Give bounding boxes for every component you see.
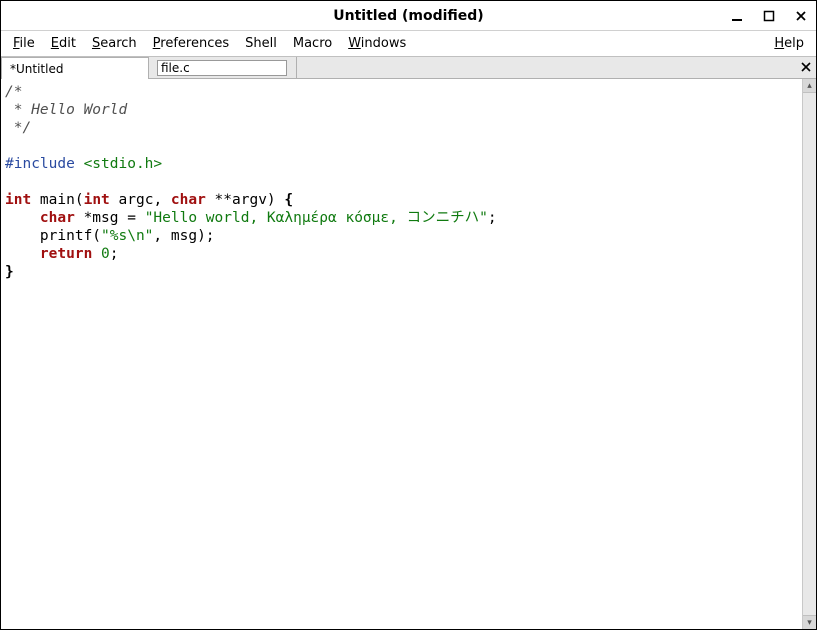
code-token: ; <box>110 246 119 262</box>
window-controls <box>726 1 812 30</box>
code-token: "Hello world, Καλημέρα κόσμε, コンニチハ" <box>145 210 488 226</box>
code-line: */ <box>5 120 31 136</box>
code-token: int <box>84 192 110 208</box>
code-token: main( <box>31 192 83 208</box>
vertical-scrollbar[interactable]: ▴ ▾ <box>802 79 816 629</box>
minimize-button[interactable] <box>726 5 748 27</box>
code-line: } <box>5 264 14 280</box>
editor-wrap: /* * Hello World */ #include <stdio.h> i… <box>1 79 816 629</box>
tab-close-icon[interactable] <box>798 59 814 75</box>
code-token: "%s\n" <box>101 228 153 244</box>
tab-untitled[interactable]: *Untitled <box>1 57 149 79</box>
code-token <box>92 246 101 262</box>
code-token: int <box>5 192 31 208</box>
code-token: 0 <box>101 246 110 262</box>
code-token: { <box>284 192 293 208</box>
code-token: return <box>40 246 92 262</box>
titlebar: Untitled (modified) <box>1 1 816 31</box>
scroll-up-icon[interactable]: ▴ <box>803 79 816 93</box>
code-token <box>5 210 40 226</box>
menu-preferences[interactable]: Preferences <box>145 33 237 54</box>
code-token: #include <box>5 156 84 172</box>
menu-help[interactable]: Help <box>766 33 812 54</box>
code-line: * Hello World <box>5 102 127 118</box>
menu-search[interactable]: Search <box>84 33 145 54</box>
code-token: , msg); <box>153 228 214 244</box>
filename-input[interactable] <box>157 60 287 76</box>
tab-filename-input[interactable] <box>149 57 297 78</box>
code-token: ; <box>488 210 497 226</box>
code-line: /* <box>5 84 22 100</box>
code-token: argc, <box>110 192 171 208</box>
code-token: printf( <box>5 228 101 244</box>
code-editor[interactable]: /* * Hello World */ #include <stdio.h> i… <box>1 79 802 629</box>
window-title: Untitled (modified) <box>333 8 483 24</box>
scroll-down-icon[interactable]: ▾ <box>803 615 816 629</box>
menu-edit[interactable]: Edit <box>43 33 84 54</box>
menu-macro[interactable]: Macro <box>285 33 340 54</box>
close-button[interactable] <box>790 5 812 27</box>
menu-file[interactable]: File <box>5 33 43 54</box>
code-token: *msg = <box>75 210 145 226</box>
code-token <box>5 246 40 262</box>
maximize-button[interactable] <box>758 5 780 27</box>
code-token: char <box>171 192 206 208</box>
code-token: <stdio.h> <box>84 156 163 172</box>
tabbar: *Untitled <box>1 57 816 79</box>
menu-shell[interactable]: Shell <box>237 33 285 54</box>
code-token: char <box>40 210 75 226</box>
tab-label: *Untitled <box>10 62 63 76</box>
menubar: File Edit Search Preferences Shell Macro… <box>1 31 816 57</box>
code-token: **argv) <box>206 192 285 208</box>
menu-windows[interactable]: Windows <box>340 33 414 54</box>
